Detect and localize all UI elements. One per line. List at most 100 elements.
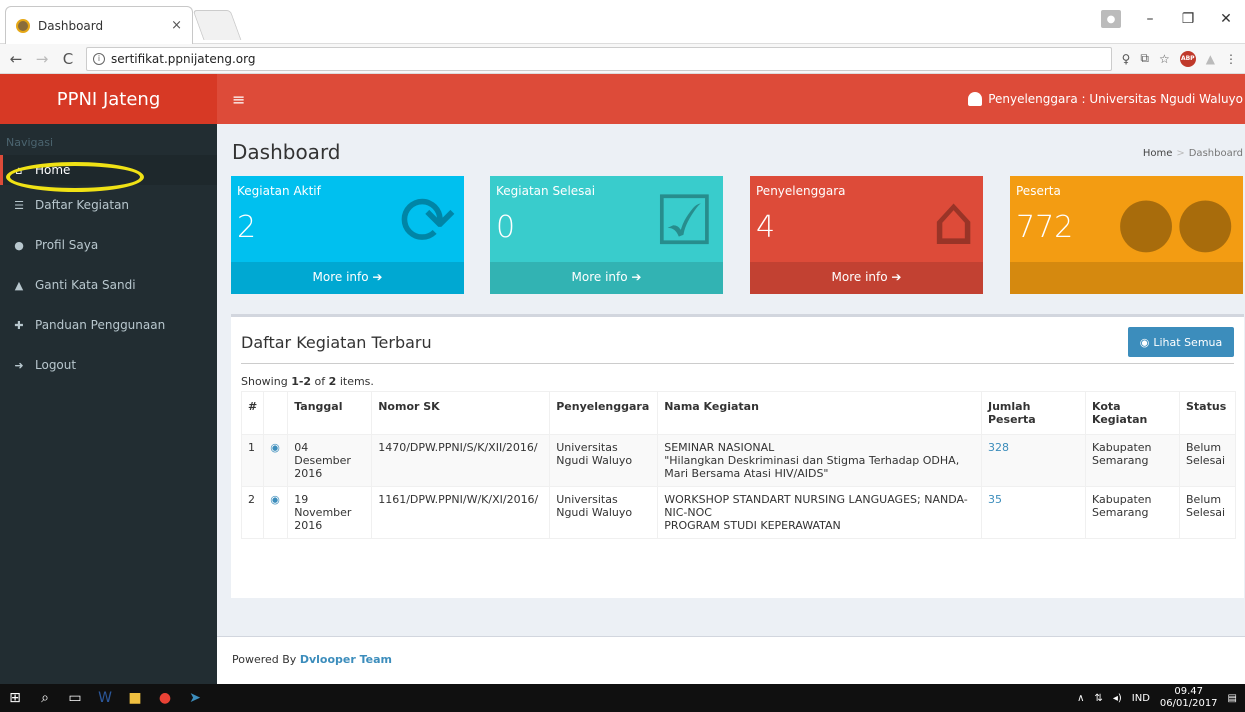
latest-activities-panel: Daftar Kegiatan Terbaru ◉ Lihat Semua Sh… bbox=[231, 314, 1244, 598]
window-controls: ● – ❐ ✕ bbox=[1091, 4, 1245, 34]
cell-penyelenggara: Universitas Ngudi Waluyo bbox=[549, 434, 659, 487]
stat-label: Penyelenggara bbox=[756, 184, 846, 198]
top-navbar: ≡ Penyelenggara : Universitas Ngudi Walu… bbox=[217, 74, 1245, 124]
task-view-icon[interactable]: ▭ bbox=[60, 684, 90, 712]
footer-team-link[interactable]: Dvlooper Team bbox=[300, 653, 392, 666]
breadcrumb-home[interactable]: Home bbox=[1143, 148, 1173, 159]
browser-menu-icon[interactable]: ⋮ bbox=[1225, 52, 1237, 66]
more-info-link[interactable]: More info ➔ bbox=[231, 262, 464, 294]
notification-icon[interactable]: ▤ bbox=[1228, 693, 1237, 704]
maximize-icon[interactable]: ❐ bbox=[1169, 4, 1207, 34]
stat-label: Kegiatan Aktif bbox=[237, 184, 321, 198]
sidebar-item-profil-saya[interactable]: ● Profil Saya bbox=[0, 225, 217, 265]
sidebar: PPNI Jateng Navigasi ⌂ Home ☰ Daftar Kegiat… bbox=[0, 74, 217, 684]
browser-extensions: ♀ ⧉ ☆ ABP ▲ ⋮ bbox=[1122, 50, 1237, 67]
activities-table: # Tanggal Nomor SK Penyelenggara Nama Ke… bbox=[240, 391, 1236, 539]
main-content: Dashboard Home > Dashboard Kegiatan Aktif … bbox=[217, 124, 1245, 684]
tray-chevron-icon[interactable]: ∧ bbox=[1077, 693, 1084, 704]
minimize-icon[interactable]: – bbox=[1131, 4, 1169, 34]
stat-label: Kegiatan Selesai bbox=[496, 184, 596, 198]
clock[interactable]: 09.47 06/01/2017 bbox=[1160, 686, 1218, 710]
panel-divider bbox=[241, 363, 1234, 364]
showing-suffix: items. bbox=[336, 375, 374, 388]
windows-taskbar: ⊞ ⌕ ▭ W ■ ● ➤ ∧ ⇅ ◂) IND 09.47 06/01/201… bbox=[0, 684, 1245, 712]
user-icon: ● bbox=[14, 238, 24, 252]
sidebar-item-label: Logout bbox=[35, 358, 77, 372]
brand-logo[interactable]: PPNI Jateng bbox=[0, 74, 217, 124]
volume-icon[interactable]: ◂) bbox=[1113, 693, 1122, 704]
col-nama-kegiatan[interactable]: Nama Kegiatan bbox=[657, 391, 982, 435]
browser-profile-icon[interactable]: ● bbox=[1101, 10, 1121, 28]
view-all-label: Lihat Semua bbox=[1153, 335, 1223, 349]
extension-icon[interactable]: ▲ bbox=[1206, 52, 1215, 66]
logout-icon: ➜ bbox=[14, 358, 24, 372]
cell-tanggal: 04 Desember 2016 bbox=[287, 434, 373, 487]
cell-jumlah[interactable]: 35 bbox=[981, 486, 1086, 539]
back-icon[interactable]: ← bbox=[8, 50, 24, 68]
sidebar-toggle-icon[interactable]: ≡ bbox=[232, 90, 245, 109]
sidebar-item-panduan-penggunaan[interactable]: ✚ Panduan Penggunaan bbox=[0, 305, 217, 345]
col-penyelenggara[interactable]: Penyelenggara bbox=[549, 391, 659, 435]
address-bar[interactable]: i sertifikat.ppnijateng.org bbox=[86, 46, 1112, 71]
sidebar-item-label: Ganti Kata Sandi bbox=[35, 278, 136, 292]
jumlah-link[interactable]: 35 bbox=[988, 493, 1002, 506]
view-eye-icon[interactable]: ◉ bbox=[263, 486, 289, 539]
site-info-icon[interactable]: i bbox=[93, 52, 105, 65]
forward-icon[interactable]: → bbox=[34, 50, 50, 68]
search-icon[interactable]: ⌕ bbox=[30, 684, 60, 712]
chrome-icon[interactable]: ● bbox=[150, 684, 180, 712]
translate-icon[interactable]: ⧉ bbox=[1140, 51, 1149, 66]
footer-prefix: Powered By bbox=[232, 653, 300, 666]
cell-kota: Kabupaten Semarang bbox=[1085, 486, 1180, 539]
sidebar-item-label: Daftar Kegiatan bbox=[35, 198, 130, 212]
more-info-link[interactable]: More info ➔ bbox=[750, 262, 983, 294]
key-icon[interactable]: ♀ bbox=[1122, 52, 1131, 66]
bookmark-star-icon[interactable]: ☆ bbox=[1159, 52, 1170, 66]
stat-value: 4 bbox=[756, 210, 776, 245]
network-icon[interactable]: ⇅ bbox=[1094, 693, 1102, 704]
col-jumlah-peserta[interactable]: Jumlah Peserta bbox=[981, 391, 1086, 435]
sidebar-item-home[interactable]: ⌂ Home bbox=[0, 155, 217, 185]
page-footer: Powered By Dvlooper Team bbox=[217, 636, 1245, 684]
institution-icon: ⌂ bbox=[931, 182, 975, 261]
sidebar-item-logout[interactable]: ➜ Logout bbox=[0, 345, 217, 385]
page-title: Dashboard bbox=[232, 140, 341, 164]
stat-box-peserta: Peserta 772 ●● bbox=[1010, 176, 1243, 294]
tab-close-icon[interactable]: × bbox=[171, 18, 182, 33]
word-icon[interactable]: W bbox=[90, 684, 120, 712]
table-header-row: # Tanggal Nomor SK Penyelenggara Nama Ke… bbox=[240, 391, 1236, 435]
windows-start-icon[interactable]: ⊞ bbox=[0, 684, 30, 712]
cell-tanggal: 19 November 2016 bbox=[287, 486, 373, 539]
jumlah-link[interactable]: 328 bbox=[988, 441, 1009, 454]
new-tab-button[interactable] bbox=[192, 10, 242, 40]
view-eye-icon[interactable]: ◉ bbox=[263, 434, 289, 487]
language-indicator[interactable]: IND bbox=[1132, 693, 1150, 704]
nav-header: Navigasi bbox=[6, 136, 54, 149]
user-menu[interactable]: Penyelenggara : Universitas Ngudi Waluyo bbox=[968, 92, 1245, 106]
panel-title: Daftar Kegiatan Terbaru bbox=[241, 333, 432, 352]
system-tray: ∧ ⇅ ◂) IND 09.47 06/01/2017 ▤ bbox=[1077, 686, 1245, 710]
file-explorer-icon[interactable]: ■ bbox=[120, 684, 150, 712]
site-favicon-icon bbox=[16, 18, 30, 33]
sidebar-item-daftar-kegiatan[interactable]: ☰ Daftar Kegiatan bbox=[0, 185, 217, 225]
close-window-icon[interactable]: ✕ bbox=[1207, 4, 1245, 34]
stat-box-penyelenggara: Penyelenggara 4 ⌂ More info ➔ bbox=[750, 176, 983, 294]
view-all-button[interactable]: ◉ Lihat Semua bbox=[1128, 327, 1234, 357]
app-arrow-icon[interactable]: ➤ bbox=[180, 684, 210, 712]
showing-prefix: Showing bbox=[241, 375, 292, 388]
browser-tab[interactable]: Dashboard × bbox=[5, 6, 193, 44]
more-info-link[interactable]: More info ➔ bbox=[490, 262, 723, 294]
sidebar-item-ganti-kata-sandi[interactable]: ▲ Ganti Kata Sandi bbox=[0, 265, 217, 305]
cell-jumlah[interactable]: 328 bbox=[981, 434, 1086, 487]
col-nomor-sk[interactable]: Nomor SK bbox=[371, 391, 551, 435]
nama-line: WORKSHOP STANDART NURSING LANGUAGES; NAN… bbox=[664, 493, 968, 519]
showing-summary: Showing 1-2 of 2 items. bbox=[241, 375, 374, 388]
col-kota-kegiatan[interactable]: Kota Kegiatan bbox=[1085, 391, 1180, 435]
col-tanggal[interactable]: Tanggal bbox=[287, 391, 373, 435]
breadcrumb-current: Dashboard bbox=[1188, 148, 1243, 159]
adblock-icon[interactable]: ABP bbox=[1179, 50, 1196, 67]
cell-nomor-sk: 1161/DPW.PPNI/W/K/XI/2016/ bbox=[371, 486, 551, 539]
stat-box-kegiatan-aktif: Kegiatan Aktif 2 ⟳ More info ➔ bbox=[231, 176, 464, 294]
reload-icon[interactable]: C bbox=[60, 50, 76, 68]
col-status[interactable]: Status bbox=[1179, 391, 1236, 435]
